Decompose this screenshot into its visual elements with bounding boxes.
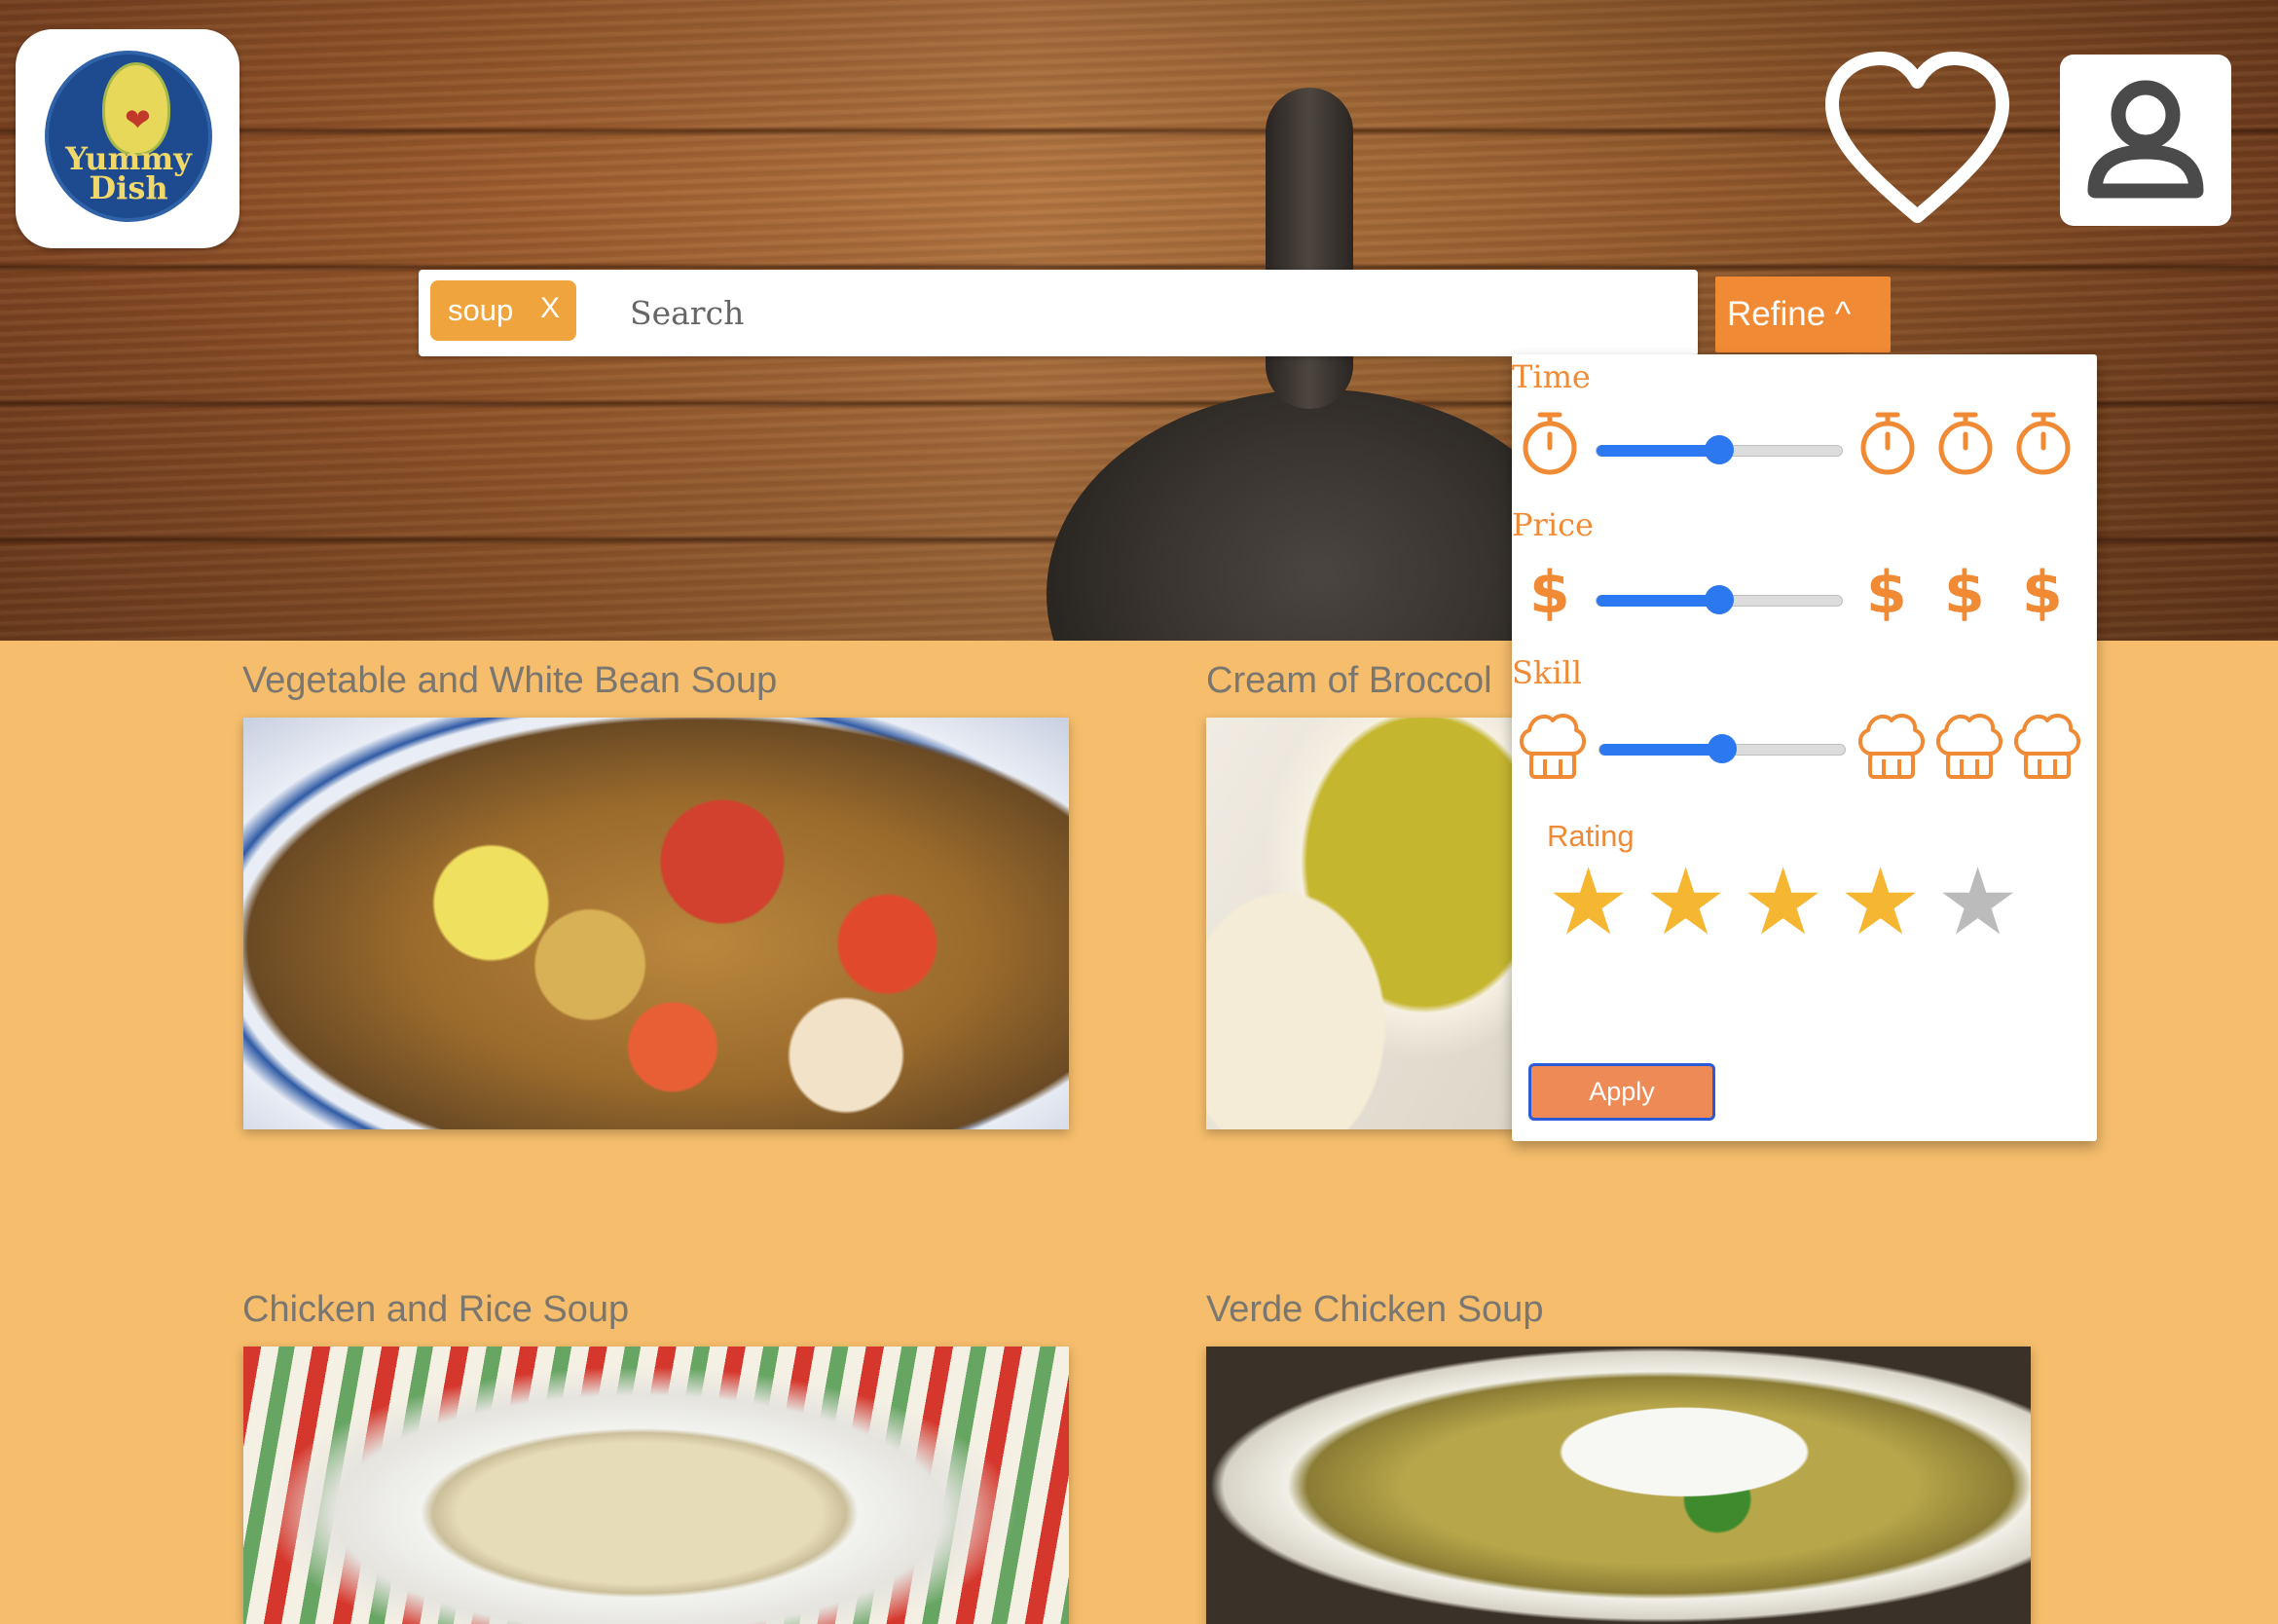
price-slider[interactable]: [1596, 585, 1843, 614]
price-slider-fill: [1597, 595, 1719, 607]
chef-hat-icon: [2014, 714, 2080, 779]
stopwatch-icon: [1860, 412, 1915, 475]
recipe-title[interactable]: Vegetable and White Bean Soup: [242, 660, 777, 702]
search-bar: soup X: [419, 270, 1698, 356]
logo[interactable]: ❤ Yummy Dish: [16, 29, 239, 248]
heart-icon: [1825, 52, 2009, 223]
star-icon[interactable]: ★: [1742, 857, 1824, 949]
search-input[interactable]: [628, 279, 1683, 346]
user-icon: [2087, 80, 2204, 199]
recipe-title[interactable]: Cream of Broccol: [1206, 660, 1492, 702]
favorites-button[interactable]: [1822, 51, 2012, 231]
dollar-icon: $: [1529, 559, 1570, 627]
skillet-image: [1047, 389, 1592, 641]
time-slider[interactable]: [1596, 435, 1843, 464]
refine-button[interactable]: Refine ^: [1715, 277, 1891, 352]
star-icon[interactable]: ★: [1839, 857, 1922, 949]
stopwatch-icon: [1938, 412, 1993, 475]
skill-slider-fill: [1599, 744, 1722, 756]
recipe-image[interactable]: [1206, 718, 1518, 1129]
price-label: Price: [1512, 506, 1594, 543]
logo-badge: ❤ Yummy Dish: [45, 51, 212, 222]
recipe-title[interactable]: Chicken and Rice Soup: [242, 1289, 629, 1331]
skill-slider-thumb[interactable]: [1708, 734, 1737, 763]
recipe-image[interactable]: [243, 718, 1069, 1129]
stopwatch-icon: [1523, 412, 1577, 475]
skillet-handle: [1266, 88, 1353, 409]
rating-label: Rating: [1547, 819, 1635, 853]
star-icon[interactable]: ★: [1644, 857, 1727, 949]
refine-panel: Time Price $ $ $ $ Skill Rating ★ ★ ★ ★ …: [1512, 354, 2097, 1141]
dollar-icon: $: [1944, 559, 1985, 627]
recipe-image[interactable]: [1206, 1347, 2031, 1624]
price-slider-thumb[interactable]: [1705, 585, 1734, 614]
star-icon[interactable]: ★: [1936, 857, 2019, 949]
apply-button[interactable]: Apply: [1528, 1063, 1715, 1121]
skill-label: Skill: [1512, 654, 1583, 691]
recipe-image[interactable]: [243, 1347, 1069, 1624]
recipe-title[interactable]: Verde Chicken Soup: [1206, 1289, 1543, 1331]
star-icon[interactable]: ★: [1547, 857, 1630, 949]
profile-button[interactable]: [2060, 55, 2231, 226]
chef-hat-icon: [1520, 714, 1586, 779]
filter-chip-label: soup: [448, 293, 514, 327]
time-slider-fill: [1597, 445, 1719, 457]
skill-slider[interactable]: [1598, 734, 1846, 763]
chef-hat-icon: [1936, 714, 2002, 779]
dollar-icon: $: [2022, 559, 2063, 627]
filter-chip: soup X: [430, 280, 576, 341]
time-slider-thumb[interactable]: [1705, 435, 1734, 464]
stopwatch-icon: [2016, 412, 2071, 475]
dollar-icon: $: [1866, 559, 1907, 627]
chef-hat-icon: [1858, 714, 1925, 779]
time-label: Time: [1512, 358, 1591, 395]
heart-icon-small: ❤: [125, 102, 151, 137]
logo-text-line2: Dish: [89, 169, 168, 206]
remove-chip-button[interactable]: X: [540, 292, 560, 325]
